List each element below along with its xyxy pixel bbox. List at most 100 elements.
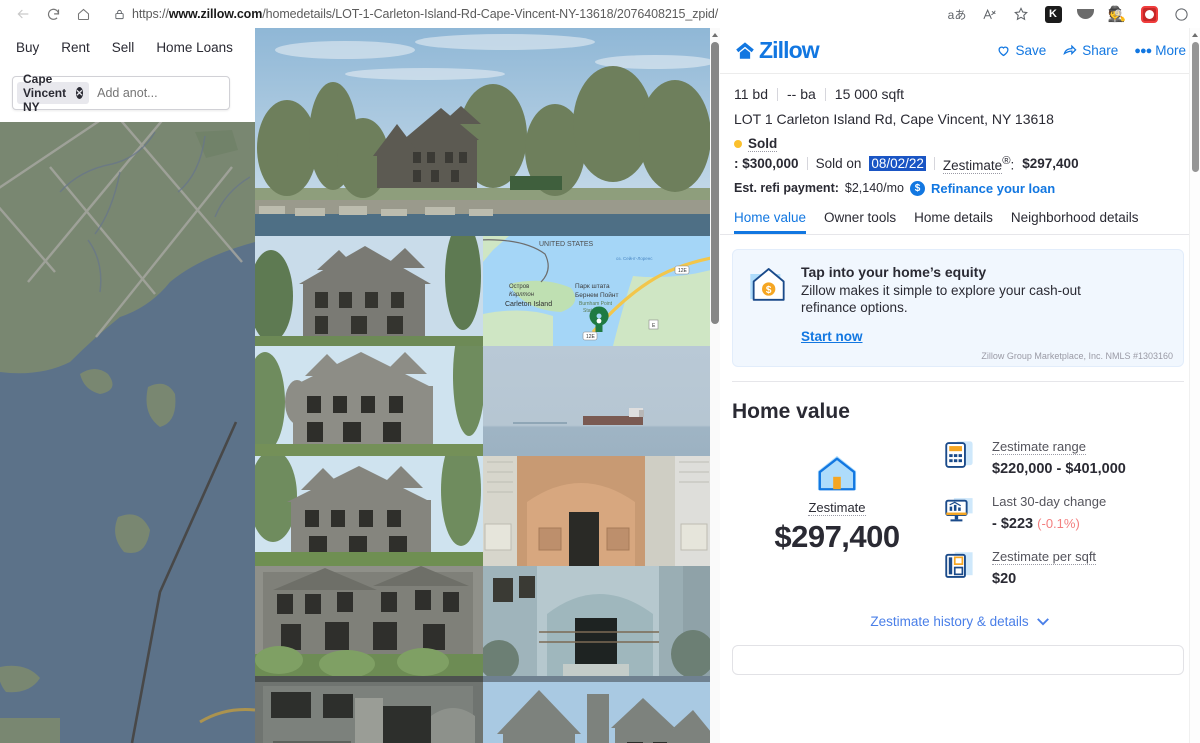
- photo-thumb[interactable]: [482, 676, 710, 743]
- baths-value: -- ba: [787, 86, 816, 102]
- photo-scrollbar-thumb[interactable]: [711, 42, 719, 324]
- save-label: Save: [1015, 43, 1047, 58]
- stat-label[interactable]: Zestimate per sqft: [992, 549, 1097, 565]
- zestimate-inline-value: $297,400: [1022, 156, 1079, 172]
- stat-zestimate-per-sqft: Zestimate per sqft $20: [942, 548, 1200, 587]
- panel-header: Zillow Save Share ●●● More: [720, 28, 1200, 74]
- next-section-card[interactable]: [732, 644, 1184, 675]
- photo-scrollbar[interactable]: [710, 28, 720, 743]
- map-island-ru-b: Карлтон: [509, 292, 535, 298]
- sidebar-item-buy[interactable]: Buy: [16, 40, 39, 55]
- home-value-body: Zestimate $297,400 Zestimate range $220,…: [720, 424, 1200, 603]
- map-canvas[interactable]: [0, 122, 255, 743]
- photo-thumb[interactable]: [482, 456, 710, 566]
- property-detail-panel: Zillow Save Share ●●● More 11 bd -- ba 1…: [720, 28, 1200, 743]
- home-button[interactable]: [68, 1, 98, 27]
- browser-toolbar: https://www.zillow.com/homedetails/LOT-1…: [0, 0, 1200, 28]
- home-value-heading: Home value: [732, 399, 850, 423]
- panel-scrollbar[interactable]: [1189, 28, 1200, 743]
- promo-text: Tap into your home’s equity Zillow makes…: [801, 264, 1131, 358]
- search-bar: Cape Vincent NY ✕: [0, 66, 255, 122]
- sidebar-item-sell[interactable]: Sell: [112, 40, 135, 55]
- lock-icon: [106, 8, 132, 21]
- search-input[interactable]: [97, 86, 255, 100]
- photo-gallery: UNITED STATES оз. Сейнт-Лоренс Остров Ка…: [255, 28, 720, 743]
- tab-neighborhood-details[interactable]: Neighborhood details: [1011, 210, 1139, 234]
- photo-thumb[interactable]: [255, 346, 483, 456]
- extension-bowl-icon[interactable]: [1070, 1, 1100, 27]
- panel-header-actions: Save Share ●●● More: [996, 43, 1186, 58]
- search-chip[interactable]: Cape Vincent NY ✕: [17, 72, 90, 114]
- extension-k-icon[interactable]: K: [1038, 1, 1068, 27]
- photo-hero[interactable]: [255, 28, 710, 236]
- zestimate-history-link[interactable]: Zestimate history & details: [870, 614, 1049, 629]
- svg-text:12E: 12E: [586, 334, 596, 340]
- promo-legal-text: Zillow Group Marketplace, Inc. NMLS #130…: [981, 350, 1173, 361]
- star-icon[interactable]: [1006, 1, 1036, 27]
- map-country-label: UNITED STATES: [539, 241, 594, 248]
- panel-scrollbar-thumb[interactable]: [1192, 42, 1199, 172]
- tab-home-value[interactable]: Home value: [734, 210, 806, 234]
- photo-thumb[interactable]: [482, 346, 710, 456]
- share-label: Share: [1082, 43, 1119, 58]
- zestimate-stats: Zestimate range $220,000 - $401,000 Last…: [942, 430, 1200, 603]
- tab-owner-tools[interactable]: Owner tools: [824, 210, 896, 234]
- photo-thumb[interactable]: [255, 676, 483, 743]
- stat-label: Last 30-day change: [992, 493, 1107, 509]
- photo-thumb[interactable]: [255, 456, 483, 566]
- equity-promo-card[interactable]: $ Tap into your home’s equity Zillow mak…: [732, 248, 1184, 367]
- read-aloud-icon[interactable]: aあ: [942, 1, 972, 27]
- map-park-en-a: Burnham Point: [579, 301, 613, 307]
- back-button[interactable]: [8, 1, 38, 27]
- refinance-link[interactable]: Refinance your loan: [931, 181, 1055, 196]
- translate-icon[interactable]: [974, 1, 1004, 27]
- reload-button[interactable]: [38, 1, 68, 27]
- sidebar-item-home-loans[interactable]: Home Loans: [156, 40, 233, 55]
- zillow-site-nav: Buy Rent Sell Home Loans Ag: [0, 28, 255, 66]
- address-bar[interactable]: https://www.zillow.com/homedetails/LOT-1…: [106, 2, 938, 26]
- search-field[interactable]: Cape Vincent NY ✕: [12, 72, 255, 114]
- tab-home-details[interactable]: Home details: [914, 210, 993, 234]
- photo-thumb[interactable]: [482, 566, 710, 676]
- extension-blocker-icon[interactable]: [1134, 1, 1164, 27]
- search-chip-label: Cape Vincent NY: [23, 72, 67, 114]
- sidebar-item-rent[interactable]: Rent: [61, 40, 90, 55]
- zestimate-inline[interactable]: Zestimate®:: [942, 155, 1014, 174]
- more-button[interactable]: ●●● More: [1134, 43, 1186, 58]
- toolbar-actions: aあ K 🕵: [942, 1, 1200, 27]
- dollar-badge-icon: $: [909, 180, 925, 196]
- extension-partial-icon[interactable]: [1166, 1, 1196, 27]
- photo-thumb-map[interactable]: UNITED STATES оз. Сейнт-Лоренс Остров Ка…: [482, 236, 710, 346]
- close-icon[interactable]: ✕: [75, 87, 84, 99]
- heart-icon: [996, 43, 1011, 58]
- photo-thumb[interactable]: [255, 566, 483, 676]
- property-facts: 11 bd -- ba 15 000 sqft LOT 1 Carleton I…: [720, 74, 1200, 196]
- scroll-up-icon[interactable]: [1192, 33, 1198, 37]
- extension-avatar-icon[interactable]: 🕵: [1102, 1, 1132, 27]
- url-text: https://www.zillow.com/homedetails/LOT-1…: [132, 7, 719, 21]
- route-shield-a: 12E: [582, 331, 597, 341]
- status-badge[interactable]: Sold: [748, 136, 778, 152]
- route-shield-c: E: [648, 319, 658, 330]
- property-address: LOT 1 Carleton Island Rd, Cape Vincent, …: [734, 111, 1054, 127]
- route-shield-b: 12E: [674, 265, 689, 275]
- sold-price: : $300,000: [734, 156, 799, 172]
- map-island-en: Carleton Island: [505, 301, 552, 308]
- stat-label[interactable]: Zestimate range: [992, 439, 1086, 455]
- zestimate-label[interactable]: Zestimate: [808, 500, 866, 516]
- svg-text:12E: 12E: [678, 268, 688, 274]
- house-equity-icon: $: [747, 264, 787, 358]
- refi-amount: $2,140/mo: [844, 181, 904, 195]
- photo-grid: UNITED STATES оз. Сейнт-Лоренс Остров Ка…: [255, 236, 710, 743]
- calculator-icon: [942, 438, 976, 472]
- page-content: Buy Rent Sell Home Loans Ag Cape Vincent…: [0, 28, 1200, 743]
- zillow-logo[interactable]: Zillow: [734, 37, 820, 64]
- scroll-up-icon[interactable]: [712, 33, 718, 37]
- sold-on-date[interactable]: 08/02/22: [869, 156, 926, 172]
- photo-scroll-area: UNITED STATES оз. Сейнт-Лоренс Остров Ка…: [255, 28, 710, 743]
- photo-thumb[interactable]: [255, 236, 483, 346]
- share-button[interactable]: Share: [1062, 43, 1118, 58]
- save-button[interactable]: Save: [996, 43, 1046, 58]
- start-now-link[interactable]: Start now: [801, 329, 863, 344]
- share-icon: [1062, 43, 1078, 58]
